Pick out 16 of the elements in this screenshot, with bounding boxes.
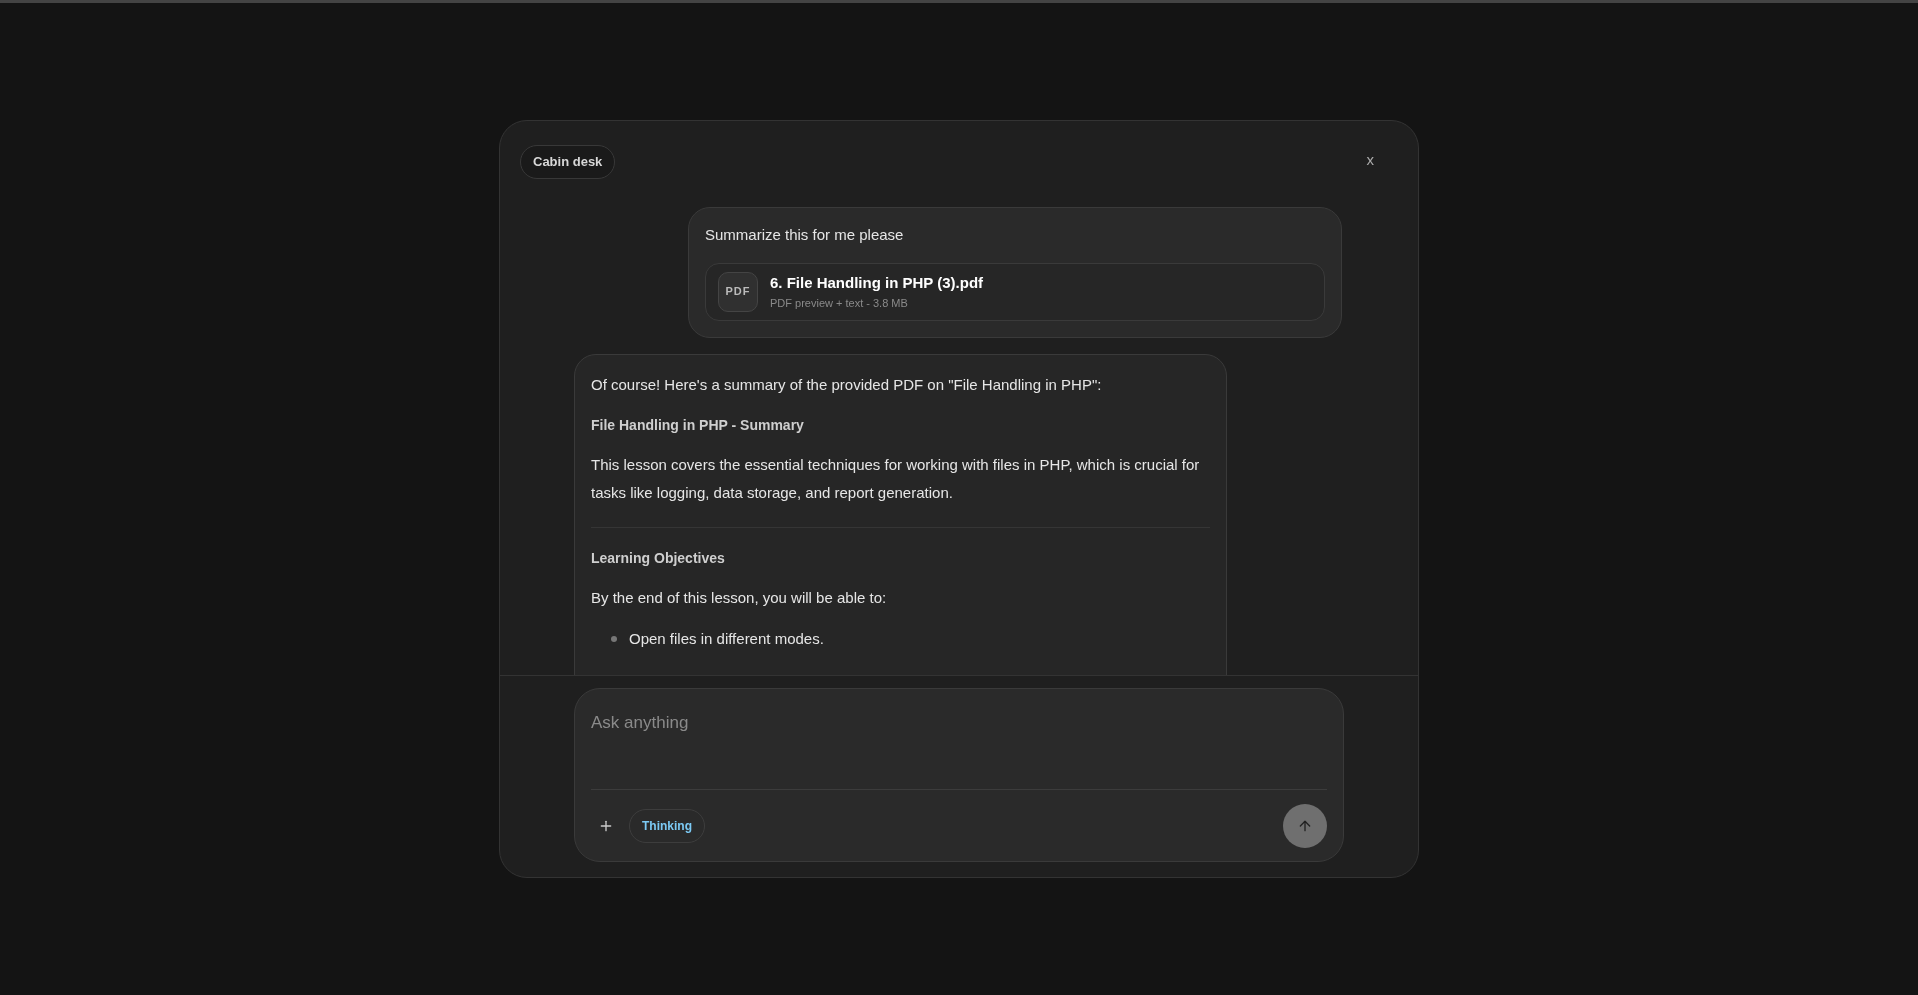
title-chip: Cabin desk <box>520 145 616 179</box>
message-paragraph: By the end of this lesson, you will be able to: <box>591 587 888 608</box>
message-paragraph: This lesson covers the essential techniques for working with files in PHP, which is crucial for tasks like logging, data storage, and report generation. <box>591 454 1201 503</box>
attachment-card[interactable]: PDF 6. File Handling in PHP (3).pdf PDF preview + text - 3.8 MB <box>705 262 1325 321</box>
file-meta: PDF preview + text - 3.8 MB <box>770 295 909 311</box>
message-heading: Learning Objectives <box>591 548 726 568</box>
list-item: Open files in different modes. <box>629 628 824 649</box>
pdf-badge: PDF <box>718 271 758 312</box>
message-paragraph: Of course! Here's a summary of the provided PDF on "File Handling in PHP": <box>591 374 1103 395</box>
send-button[interactable] <box>1283 803 1327 848</box>
close-button[interactable]: x <box>1358 149 1382 172</box>
bullet-icon <box>611 635 617 642</box>
message-heading: File Handling in PHP - Summary <box>591 415 805 435</box>
message-field[interactable]: Ask anything Thinking <box>574 688 1344 862</box>
file-name: 6. File Handling in PHP (3).pdf <box>770 273 984 293</box>
message-text: Summarize this for me please <box>705 225 905 245</box>
